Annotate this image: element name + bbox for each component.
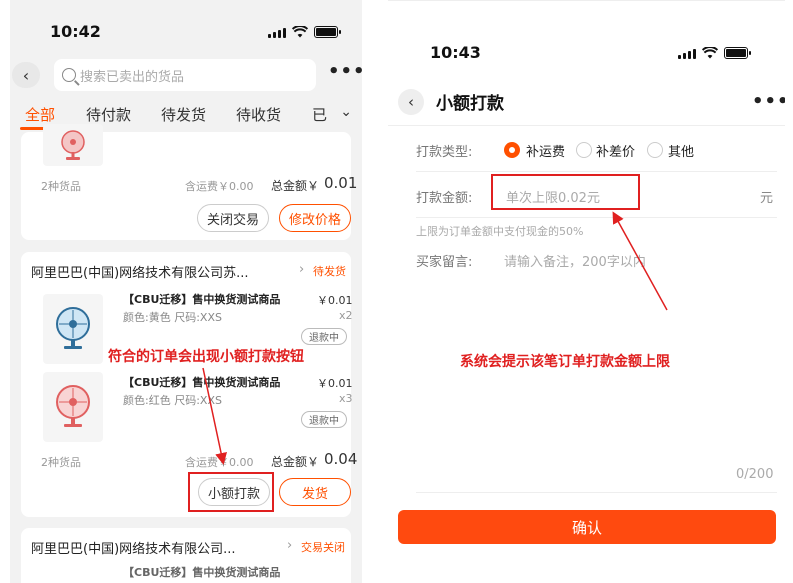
annotation-arrow [202,367,227,465]
annotation-arrows [202,211,668,465]
annotation-arrow [612,211,668,311]
